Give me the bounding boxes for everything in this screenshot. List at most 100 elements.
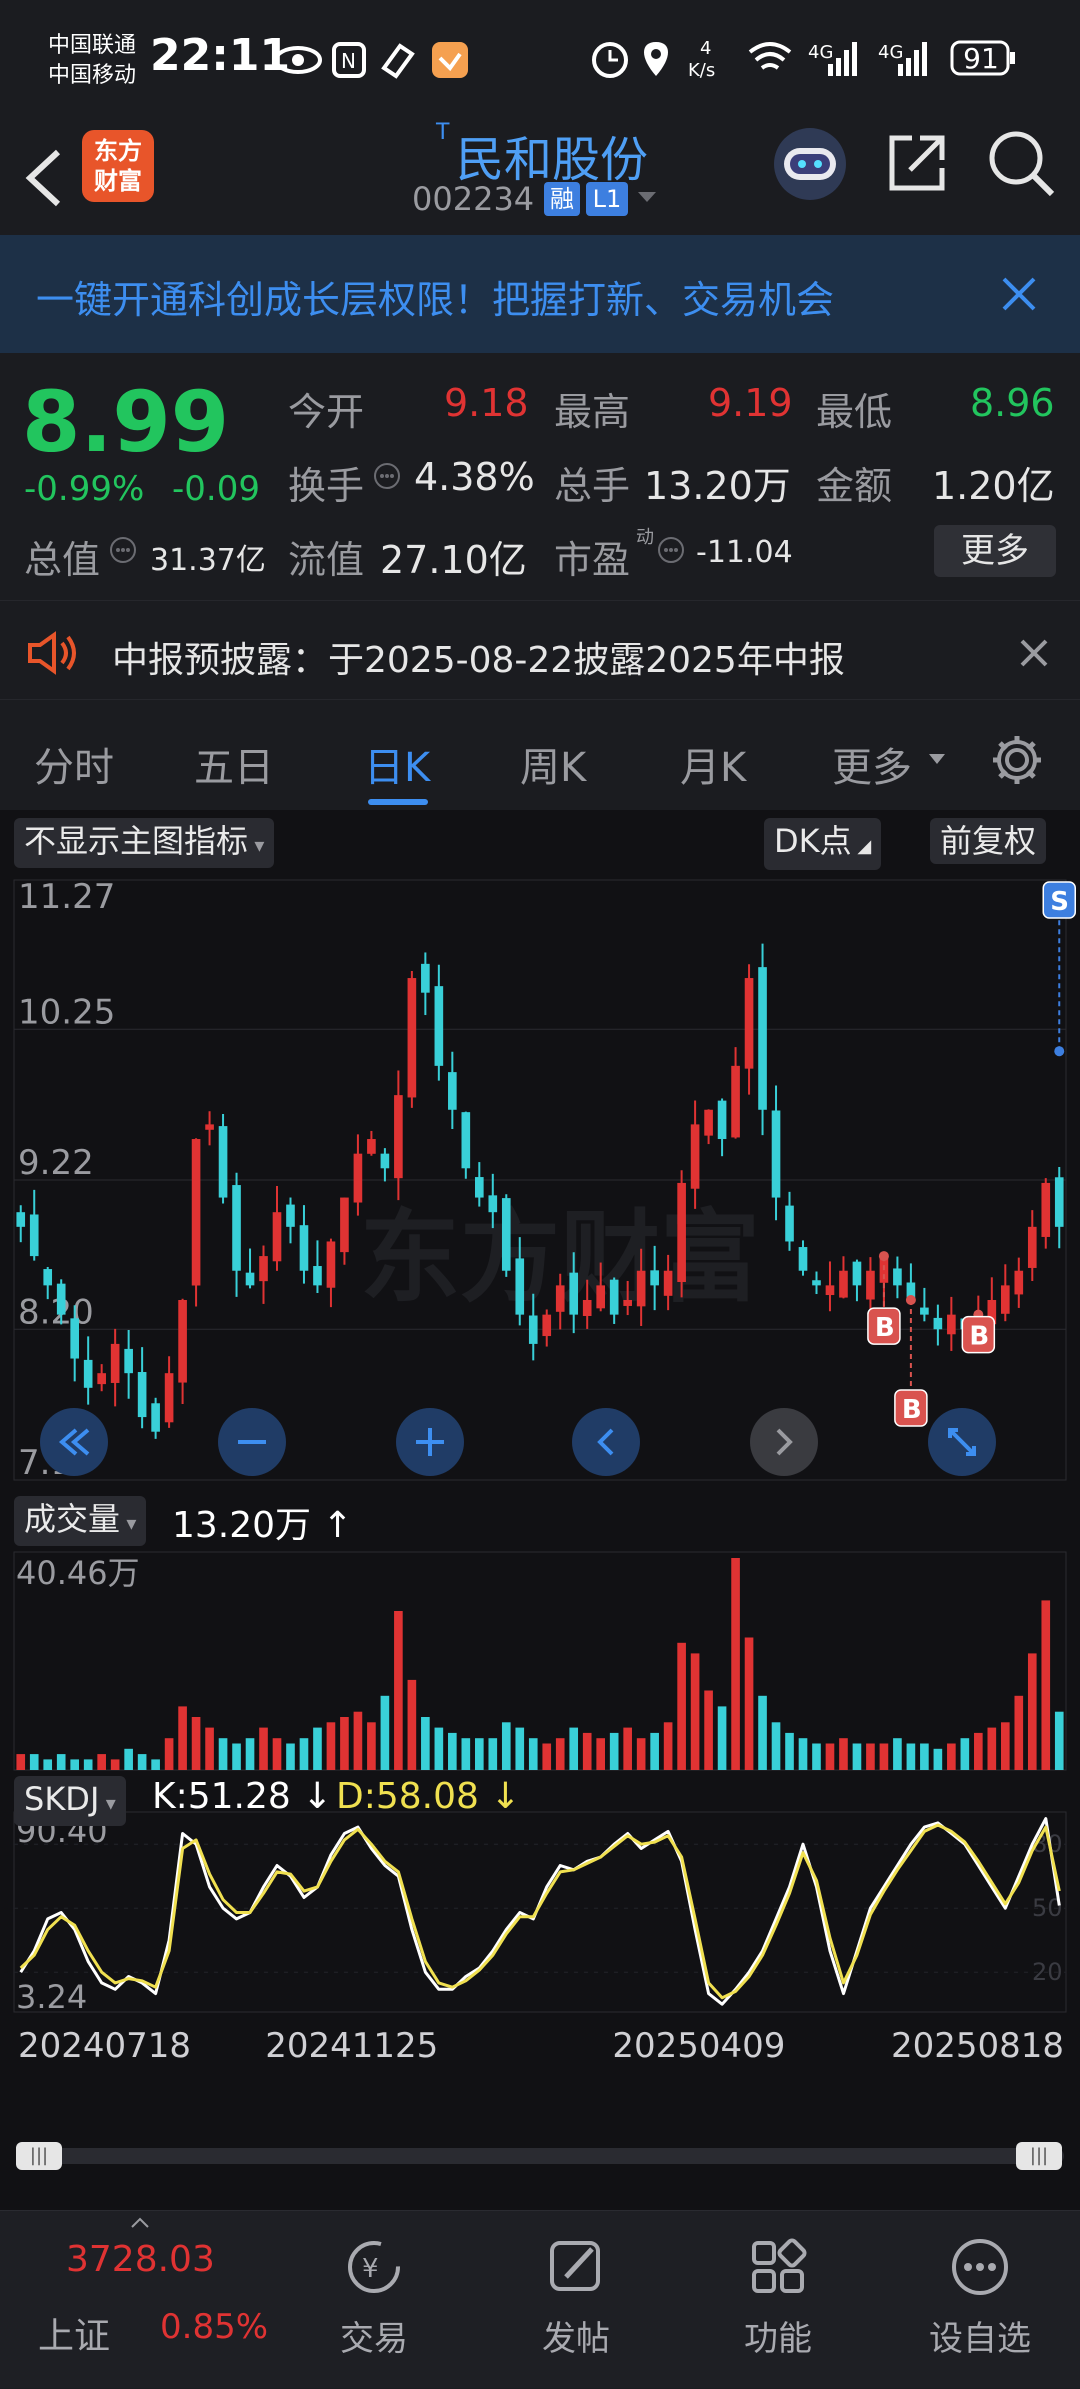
low-value: 8.96 — [970, 381, 1055, 425]
notice-bar[interactable]: 中报预披露：于2025-08-22披露2025年中报 — [0, 600, 1080, 700]
scroll-right-button[interactable] — [750, 1408, 818, 1476]
candle-body — [488, 1195, 498, 1213]
tab-intraday[interactable]: 分时 — [34, 735, 114, 793]
volume-bar — [650, 1732, 659, 1770]
status-bar: 中国联通 中国移动 22:11 N 4 K/s 4G 4G 91 — [0, 0, 1080, 120]
tab-daily-k[interactable]: 日K — [364, 735, 430, 793]
zoom-in-button[interactable] — [396, 1408, 464, 1476]
scroll-left-button[interactable] — [572, 1408, 640, 1476]
candle-body — [717, 1100, 727, 1140]
candle-body — [839, 1270, 848, 1298]
skdj-ref-label: 20 — [1032, 1958, 1063, 1986]
volume-bar — [367, 1722, 376, 1770]
volume-bar — [178, 1706, 187, 1770]
svg-text:N: N — [341, 49, 356, 73]
nav-post[interactable]: 发帖 — [468, 2211, 684, 2389]
volume-bar — [704, 1690, 713, 1770]
candle-body — [326, 1241, 336, 1288]
kline-chart[interactable]: 11.2710.259.228.207.17东方财富SBBB 40.46万 80… — [0, 872, 1080, 2212]
tab-five-day[interactable]: 五日 — [194, 735, 274, 793]
range-handle-left[interactable]: ||| — [16, 2142, 62, 2170]
adjust-select[interactable]: 前复权 — [930, 818, 1047, 864]
volume-bar — [286, 1743, 295, 1770]
candle-body — [1014, 1270, 1024, 1295]
volume-current-value: 13.20万 — [172, 1505, 312, 1546]
skdj-indicator-select[interactable]: SKDJ ▾ — [14, 1776, 126, 1826]
skdj-select-label: SKDJ — [24, 1780, 100, 1818]
clock: 22:11 — [150, 30, 291, 81]
volume-bar — [434, 1727, 444, 1770]
svg-text:4G: 4G — [878, 42, 903, 63]
candle-body — [272, 1212, 282, 1262]
candle-body — [448, 1072, 457, 1110]
candle-body — [43, 1269, 53, 1286]
more-button[interactable]: 更多 — [934, 525, 1056, 577]
nav-trade[interactable]: ¥ 交易 — [266, 2211, 482, 2389]
tab-monthly-k[interactable]: 月K — [680, 735, 746, 793]
signal-label: B — [875, 1313, 895, 1343]
index-ticker[interactable]: 3728.03 上证 0.85% — [0, 2211, 268, 2389]
volume-bar — [609, 1732, 619, 1770]
mktcap-label: 总值 — [24, 538, 101, 582]
info-icon[interactable] — [656, 535, 686, 565]
range-handle-right[interactable]: ||| — [1016, 2142, 1062, 2170]
volume-bar — [124, 1748, 133, 1770]
volume-bar — [474, 1738, 484, 1770]
scroll-left-fast-button[interactable] — [40, 1408, 108, 1476]
robot-assistant-icon[interactable] — [770, 124, 850, 204]
close-icon[interactable] — [1000, 275, 1038, 313]
volume-bar — [852, 1743, 862, 1770]
carrier-1: 中国联通 — [48, 33, 137, 58]
x-tick-label: 20250409 — [612, 2026, 785, 2066]
volume-bar — [245, 1738, 255, 1770]
volume-indicator-select[interactable]: 成交量 ▾ — [14, 1496, 147, 1546]
range-slider-track[interactable] — [16, 2148, 1064, 2164]
promo-banner[interactable]: 一键开通科创成长层权限！把握打新、交易机会 — [0, 235, 1080, 353]
chevron-down-icon[interactable] — [636, 190, 658, 206]
info-icon[interactable] — [372, 461, 402, 491]
volume-bar — [16, 1754, 26, 1770]
pe-dynamic-mark: 动 — [636, 527, 654, 548]
banner-text[interactable]: 一键开通科创成长层权限！把握打新、交易机会 — [36, 269, 834, 324]
zoom-out-button[interactable] — [218, 1408, 286, 1476]
info-icon[interactable] — [108, 535, 138, 565]
tab-weekly-k[interactable]: 周K — [520, 735, 586, 793]
chevron-down-icon[interactable] — [928, 753, 946, 767]
candle-body — [771, 1110, 781, 1198]
volume-bar — [448, 1732, 457, 1770]
candle-body — [178, 1300, 187, 1383]
main-indicator-select[interactable]: 不显示主图指标 ▾ — [14, 818, 275, 868]
fullscreen-button[interactable] — [928, 1408, 996, 1476]
index-value: 3728.03 — [66, 2239, 215, 2280]
candle-body — [56, 1283, 66, 1315]
back-icon[interactable] — [20, 146, 70, 210]
candle-body — [636, 1270, 646, 1307]
signal-label: B — [902, 1395, 922, 1425]
volume-bar — [960, 1738, 970, 1770]
candle-body — [933, 1317, 943, 1330]
amount-value: 1.20亿 — [932, 464, 1055, 508]
share-icon[interactable] — [884, 130, 950, 196]
app-logo[interactable]: 东方 财富 — [82, 130, 154, 202]
notice-text[interactable]: 中报预披露：于2025-08-22披露2025年中报 — [112, 631, 845, 683]
candle-body — [299, 1225, 309, 1271]
gear-icon[interactable] — [990, 733, 1044, 787]
close-icon[interactable] — [1018, 637, 1050, 669]
index-change: 0.85% — [160, 2307, 269, 2347]
volume-bar — [1014, 1695, 1024, 1770]
skdj-panel: 80502090.403.24 — [13, 1811, 1067, 2016]
search-icon[interactable] — [986, 128, 1058, 200]
volume-bar — [987, 1727, 997, 1770]
nav-add-watchlist[interactable]: 设自选 — [872, 2211, 1080, 2389]
volume-bar — [636, 1738, 646, 1770]
logo-line-1: 东方 — [94, 137, 142, 165]
dk-point-toggle[interactable]: DK点 ◢ — [764, 818, 882, 870]
tab-more[interactable]: 更多 — [832, 735, 912, 793]
speed-value: 4 — [700, 38, 711, 59]
volume-bar — [461, 1738, 471, 1770]
nav-functions[interactable]: 功能 — [670, 2211, 886, 2389]
volume-bar — [299, 1738, 309, 1770]
volume-bar — [690, 1653, 700, 1770]
candle-body — [259, 1256, 268, 1282]
volume-bar — [488, 1738, 498, 1770]
